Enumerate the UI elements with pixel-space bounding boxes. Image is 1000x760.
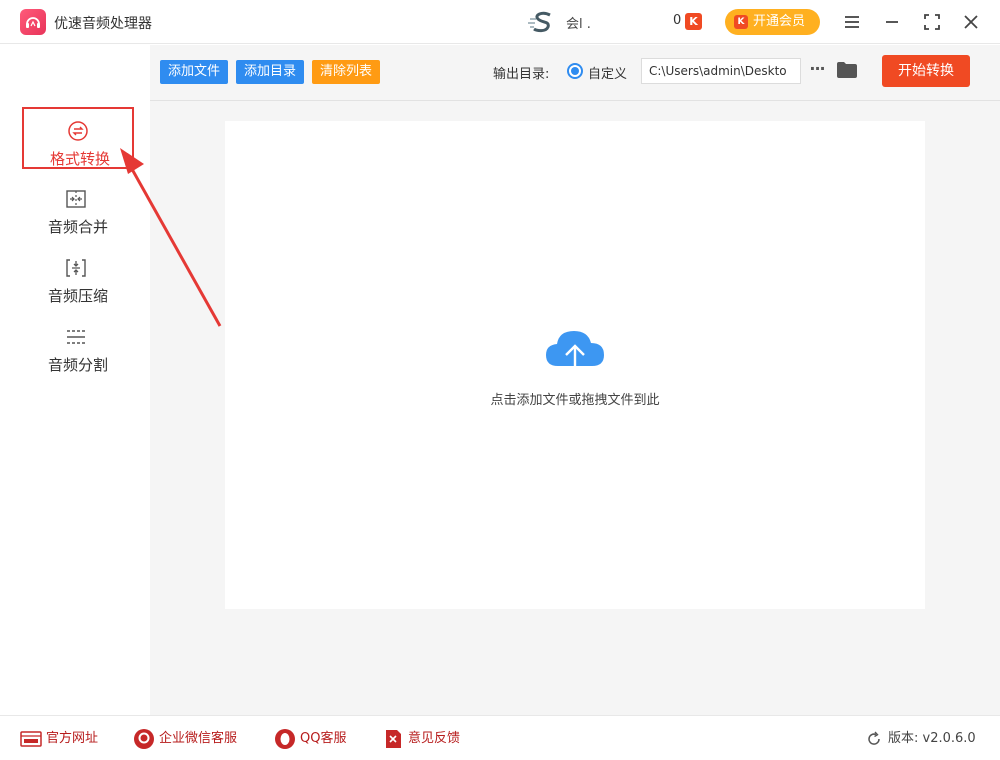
wechat-icon [133,728,155,750]
output-path-field[interactable]: C:\Users\admin\Deskto [641,58,801,84]
toolbar: 添加文件 添加目录 清除列表 输出目录: 自定义 C:\Users\admin\… [150,45,1000,101]
app-logo-icon [20,9,46,35]
wechat-label: 企业微信客服 [159,731,238,746]
vip-icon: K [734,15,748,29]
feedback-link[interactable]: 意见反馈 [382,728,460,750]
coin-badge-icon: K [685,13,702,30]
website-icon [20,728,42,750]
sidebar-item-label: 音频分割 [47,356,108,374]
website-link[interactable]: 官方网址 [20,728,98,750]
add-folder-button[interactable]: 添加目录 [236,60,305,84]
cloud-upload-icon[interactable] [544,326,606,382]
vip-label: 开通会员 [753,14,806,29]
add-file-button[interactable]: 添加文件 [160,60,229,84]
open-folder-icon[interactable] [836,60,858,80]
drop-hint: 点击添加文件或拖拽文件到此 [490,393,660,408]
output-dir-label: 输出目录: [493,67,550,82]
qq-icon [274,728,296,750]
wechat-service-link[interactable]: 企业微信客服 [133,728,237,750]
version-label: 版本: v2.0.6.0 [888,731,976,746]
audio-split-icon [64,325,88,349]
app-title: 优速音频处理器 [54,16,152,32]
red-arrow-annotation [120,148,222,327]
footer: 官方网址 企业微信客服 QQ客服 意见反馈 版本: v2.0.6.0 [0,715,1000,760]
version-info[interactable]: 版本: v2.0.6.0 [866,728,976,750]
audio-compress-icon [64,256,88,280]
custom-output-radio[interactable] [567,63,583,79]
feedback-label: 意见反馈 [408,731,461,746]
user-name[interactable]: 会l . [566,13,591,32]
clear-list-button[interactable]: 清除列表 [312,60,381,84]
file-drop-zone[interactable]: 点击添加文件或拖拽文件到此 [225,121,925,609]
start-convert-button[interactable]: 开始转换 [882,55,970,87]
website-label: 官方网址 [46,731,99,746]
vip-button[interactable]: K 开通会员 [725,9,820,35]
minimize-icon[interactable] [880,10,904,34]
refresh-icon [866,731,882,747]
title-bar: 优速音频处理器 会l . 0 K K 开通会员 [0,0,1000,44]
maximize-icon[interactable] [920,10,944,34]
close-icon[interactable] [959,10,983,34]
more-options-button[interactable]: ··· [807,57,827,81]
feedback-icon [382,728,404,750]
qq-label: QQ客服 [300,731,347,746]
custom-output-label[interactable]: 自定义 [588,63,627,82]
user-avatar-icon[interactable] [528,11,558,33]
audio-merge-icon [64,187,88,211]
menu-icon[interactable] [840,10,864,34]
format-convert-icon [66,119,90,143]
qq-service-link[interactable]: QQ客服 [274,728,346,750]
coin-count: 0 [673,13,682,28]
main-area: 点击添加文件或拖拽文件到此 [150,101,1000,715]
